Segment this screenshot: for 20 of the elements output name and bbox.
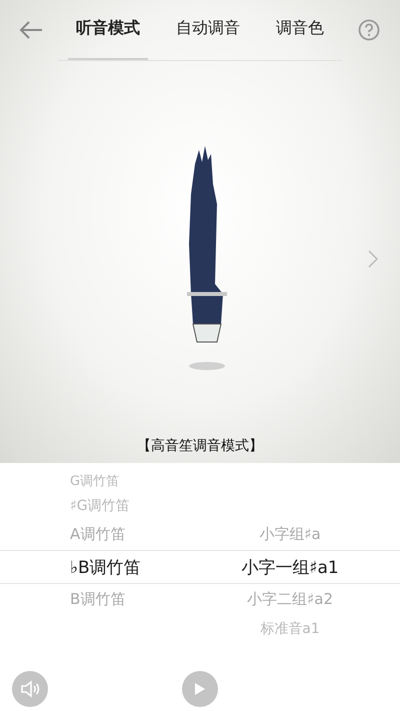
play-button[interactable] xyxy=(182,670,218,706)
back-arrow-icon xyxy=(19,21,43,39)
flute-key-option[interactable]: G调竹笛 xyxy=(0,472,200,490)
flute-key-option[interactable]: A调竹笛 xyxy=(0,525,200,544)
help-icon xyxy=(358,19,380,41)
flute-key-option[interactable]: ♭B调竹笛 xyxy=(0,556,200,578)
chevron-right-icon xyxy=(368,250,378,268)
mode-tab[interactable]: 调音色 xyxy=(268,0,332,60)
mode-caption: 【高音笙调音模式】 xyxy=(136,437,264,456)
pitch-option[interactable]: 小字组♯a xyxy=(200,525,400,544)
pitch-option[interactable]: 标准音a1 xyxy=(200,620,400,638)
sound-button[interactable] xyxy=(12,670,48,706)
mode-tab[interactable]: 听音模式 xyxy=(68,0,148,60)
pitch-option[interactable]: 小字二组♯a2 xyxy=(200,590,400,609)
play-icon xyxy=(194,682,206,696)
mode-tab[interactable]: 自动调音 xyxy=(168,0,248,60)
pitch-option[interactable]: 小字一组♯a1 xyxy=(200,556,400,578)
flute-key-option[interactable]: B调竹笛 xyxy=(0,590,200,609)
flute-key-option[interactable]: ♯G调竹笛 xyxy=(0,496,200,514)
speaker-icon xyxy=(20,680,40,698)
